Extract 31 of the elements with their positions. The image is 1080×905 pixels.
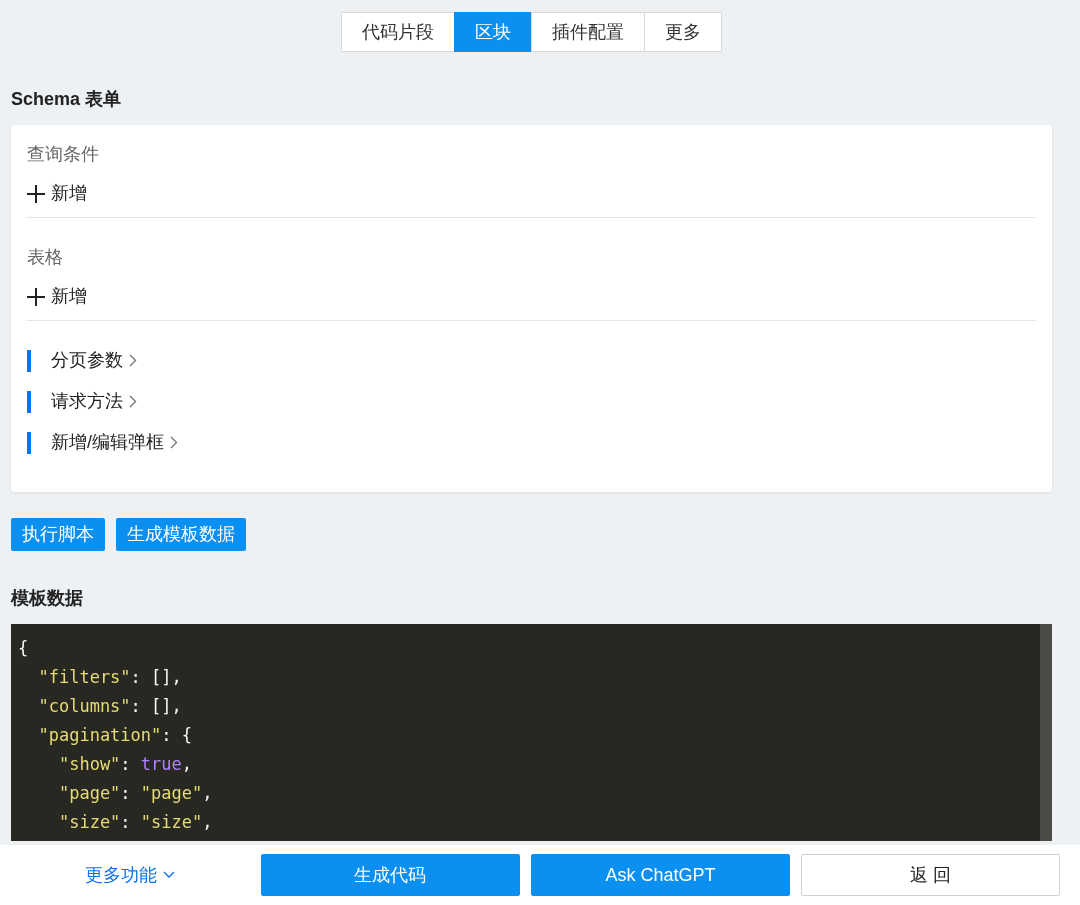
tab[interactable]: 更多 — [643, 12, 722, 52]
more-link[interactable]: 更多功能 — [85, 861, 176, 889]
footer-button[interactable]: 返 回 — [800, 854, 1060, 896]
accent-bar — [27, 431, 31, 454]
code-line: "size": "size", — [57, 811, 214, 834]
code-line: "show": true, — [57, 753, 194, 776]
code-line: { — [18, 637, 30, 660]
code-line: "filters": [], — [37, 666, 183, 689]
code-line: "pagination": { — [37, 724, 193, 747]
chevron-right-icon — [129, 354, 137, 367]
plus-icon — [27, 184, 45, 203]
group-link[interactable]: 新增/编辑弹框 — [51, 429, 178, 456]
chevron-right-icon — [129, 395, 137, 408]
accent-bar — [27, 390, 31, 413]
tab[interactable]: 代码片段 — [340, 12, 455, 52]
scrollbar[interactable] — [1040, 624, 1052, 841]
chevron-down-icon — [163, 871, 176, 879]
chevron-right-icon — [170, 436, 178, 449]
group-link[interactable]: 分页参数 — [51, 347, 137, 374]
section-title: 模板数据 — [11, 587, 84, 610]
plus-icon — [27, 287, 45, 306]
section-label: 表格 — [27, 246, 64, 269]
code-line: "page": "page", — [57, 782, 214, 805]
section-label: 查询条件 — [27, 143, 100, 166]
add-button[interactable]: 新增 — [27, 180, 87, 207]
accent-bar — [27, 349, 31, 372]
add-button[interactable]: 新增 — [27, 283, 87, 310]
tab[interactable]: 插件配置 — [530, 12, 645, 52]
code-line: "columns": [], — [37, 695, 183, 718]
group-link[interactable]: 请求方法 — [51, 388, 137, 415]
section-title: Schema 表单 — [11, 88, 123, 111]
